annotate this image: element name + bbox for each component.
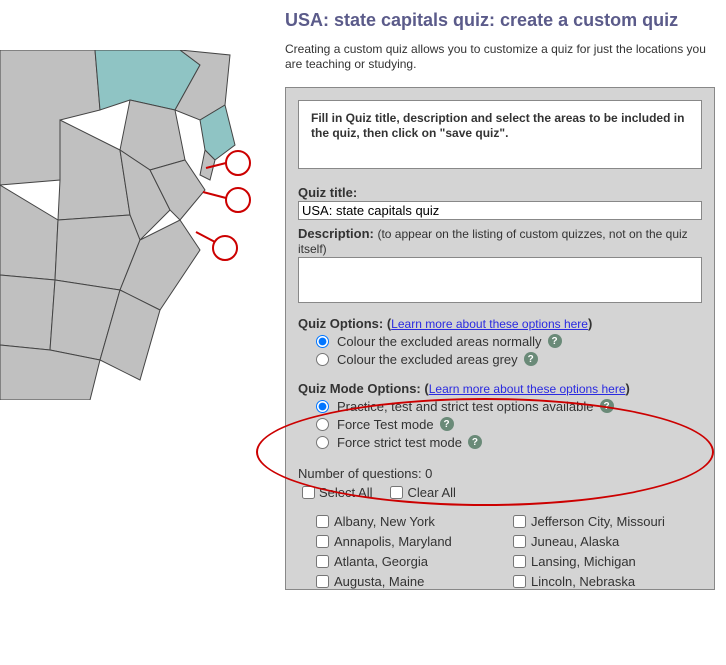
description-textarea[interactable]: [298, 257, 702, 303]
mode-force-test-radio[interactable]: [316, 418, 329, 431]
locations-column-2: Jefferson City, Missouri Juneau, Alaska …: [513, 514, 702, 589]
location-checkbox[interactable]: Juneau, Alaska: [513, 534, 702, 549]
custom-quiz-panel: Fill in Quiz title, description and sele…: [285, 87, 715, 590]
description-label: Description: (to appear on the listing o…: [298, 226, 702, 256]
colour-grey-label: Colour the excluded areas grey: [337, 352, 518, 367]
location-checkbox[interactable]: Albany, New York: [316, 514, 505, 529]
location-checkbox[interactable]: Atlanta, Georgia: [316, 554, 505, 569]
quiz-options-heading: Quiz Options: (Learn more about these op…: [298, 316, 702, 331]
quiz-title-input[interactable]: [298, 201, 702, 220]
colour-normal-radio[interactable]: [316, 335, 329, 348]
mode-force-strict-radio[interactable]: [316, 436, 329, 449]
clear-all-checkbox[interactable]: Clear All: [390, 485, 455, 500]
locations-column-1: Albany, New York Annapolis, Maryland Atl…: [316, 514, 505, 589]
help-icon[interactable]: ?: [468, 435, 482, 449]
quiz-options-learn-link[interactable]: Learn more about these options here: [391, 317, 588, 331]
instruction-box: Fill in Quiz title, description and sele…: [298, 100, 702, 169]
quiz-mode-heading: Quiz Mode Options: (Learn more about the…: [298, 381, 702, 396]
location-checkbox[interactable]: Lincoln, Nebraska: [513, 574, 702, 589]
help-icon[interactable]: ?: [600, 399, 614, 413]
intro-text: Creating a custom quiz allows you to cus…: [285, 42, 715, 73]
help-icon[interactable]: ?: [548, 334, 562, 348]
mode-force-strict-label: Force strict test mode: [337, 435, 462, 450]
mode-force-test-label: Force Test mode: [337, 417, 434, 432]
quiz-title-label: Quiz title:: [298, 185, 702, 200]
location-checkbox[interactable]: Annapolis, Maryland: [316, 534, 505, 549]
num-questions-label: Number of questions: 0: [298, 466, 702, 481]
select-all-checkbox[interactable]: Select All: [302, 485, 372, 500]
mode-practice-radio[interactable]: [316, 400, 329, 413]
page-title: USA: state capitals quiz: create a custo…: [285, 10, 715, 32]
location-checkbox[interactable]: Lansing, Michigan: [513, 554, 702, 569]
help-icon[interactable]: ?: [524, 352, 538, 366]
help-icon[interactable]: ?: [440, 417, 454, 431]
mode-practice-label: Practice, test and strict test options a…: [337, 399, 594, 414]
map-illustration: [0, 50, 265, 400]
location-checkbox[interactable]: Jefferson City, Missouri: [513, 514, 702, 529]
location-checkbox[interactable]: Augusta, Maine: [316, 574, 505, 589]
quiz-mode-learn-link[interactable]: Learn more about these options here: [429, 382, 626, 396]
colour-normal-label: Colour the excluded areas normally: [337, 334, 542, 349]
colour-grey-radio[interactable]: [316, 353, 329, 366]
